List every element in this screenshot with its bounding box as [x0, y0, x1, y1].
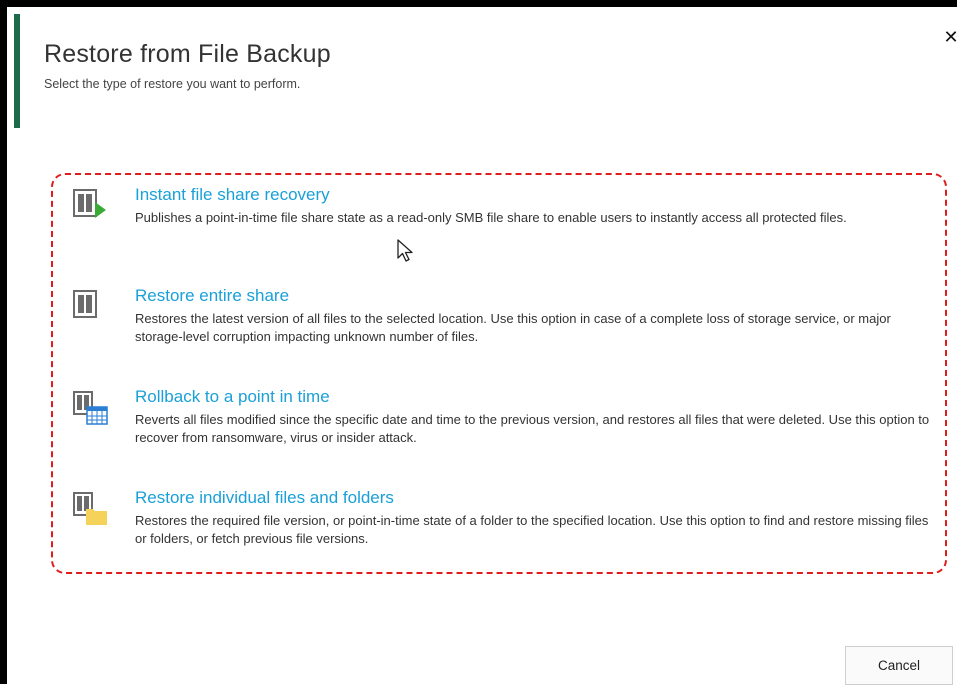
close-button[interactable]: ✕ — [941, 27, 957, 49]
cancel-button[interactable]: Cancel — [845, 646, 953, 685]
option-restore-individual-files[interactable]: Restore individual files and folders Res… — [63, 488, 933, 552]
option-title[interactable]: Restore individual files and folders — [135, 488, 394, 508]
option-description: Restores the required file version, or p… — [135, 513, 929, 546]
dialog-subtitle: Select the type of restore you want to p… — [44, 77, 301, 91]
instant-recovery-icon — [73, 188, 109, 224]
option-description: Reverts all files modified since the spe… — [135, 412, 930, 445]
restore-options-group: Instant file share recovery Publishes a … — [51, 173, 947, 574]
rollback-calendar-icon — [73, 390, 109, 426]
restore-share-icon — [73, 289, 109, 325]
option-title[interactable]: Rollback to a point in time — [135, 387, 330, 407]
dialog-window: ✕ Restore from File Backup Select the ty… — [0, 0, 957, 685]
option-description: Publishes a point-in-time file share sta… — [135, 210, 847, 225]
mouse-pointer-icon — [396, 238, 416, 264]
accent-bar — [14, 14, 20, 128]
restore-folder-icon — [73, 491, 109, 527]
dialog-title: Restore from File Backup — [44, 40, 331, 68]
option-instant-file-share-recovery[interactable]: Instant file share recovery Publishes a … — [63, 185, 933, 249]
option-title[interactable]: Restore entire share — [135, 286, 289, 306]
option-rollback-to-point-in-time[interactable]: Rollback to a point in time Reverts all … — [63, 387, 933, 451]
option-description: Restores the latest version of all files… — [135, 311, 891, 344]
close-icon[interactable]: ✕ — [943, 27, 957, 48]
option-title[interactable]: Instant file share recovery — [135, 185, 330, 205]
cancel-button-label: Cancel — [877, 658, 921, 673]
option-restore-entire-share[interactable]: Restore entire share Restores the latest… — [63, 286, 933, 350]
